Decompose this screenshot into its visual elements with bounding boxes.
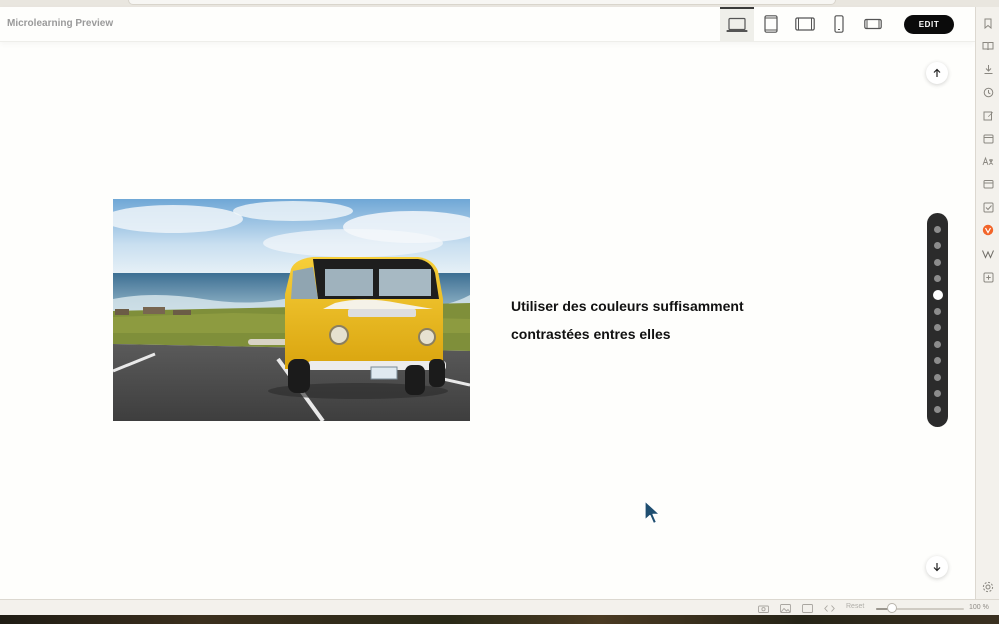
device-tablet-portrait-button[interactable] <box>754 7 788 41</box>
brave-rewards-icon <box>982 224 994 236</box>
pager-dot[interactable] <box>934 357 941 365</box>
settings-icon <box>982 581 994 593</box>
pager-dot[interactable] <box>934 275 941 283</box>
slide-heading-line1: Utiliser des couleurs suffisamment <box>511 298 744 314</box>
arrow-down-icon <box>933 563 941 572</box>
camera-icon <box>757 605 769 613</box>
sidebar-notes-button[interactable] <box>981 108 995 122</box>
phone-portrait-icon <box>834 15 844 33</box>
pager-dot[interactable] <box>934 324 941 332</box>
sidebar-history-button[interactable] <box>981 85 995 99</box>
address-bar-edge[interactable] <box>128 0 836 5</box>
device-phone-portrait-button[interactable] <box>822 7 856 41</box>
sidebar-calendar-button[interactable] <box>981 131 995 145</box>
yellow-van-photo <box>113 199 470 421</box>
sidebar-translate-button[interactable] <box>981 154 995 168</box>
device-switcher <box>720 7 890 41</box>
mouse-cursor <box>643 500 661 531</box>
sidebar-download-button[interactable] <box>981 62 995 76</box>
slide-heading: Utiliser des couleurs suffisamment contr… <box>511 293 811 348</box>
zoom-level: 100 % <box>969 604 989 611</box>
tablet-portrait-icon <box>764 15 778 33</box>
download-icon <box>984 64 992 74</box>
sidebar-reader-button[interactable] <box>981 39 995 53</box>
translate-icon <box>982 156 994 165</box>
cursor-arrow-icon <box>644 500 661 525</box>
sidebar-wallet-button[interactable] <box>981 177 995 191</box>
status-camera-button[interactable] <box>757 603 769 613</box>
scroll-up-button[interactable] <box>926 62 948 84</box>
desktop-wallpaper-strip <box>0 615 999 624</box>
sidebar-wikipedia-button[interactable] <box>981 247 995 261</box>
edit-button[interactable]: EDIT <box>904 15 954 34</box>
arrow-up-icon <box>933 68 941 77</box>
device-phone-landscape-button[interactable] <box>856 7 890 41</box>
phone-landscape-icon <box>864 18 882 30</box>
browser-sidebar <box>975 7 999 599</box>
zoom-reset-button[interactable]: Reset <box>846 603 864 610</box>
pager-dot[interactable] <box>934 406 941 414</box>
browser-status-bar: Reset 100 % <box>0 599 999 616</box>
device-tablet-landscape-button[interactable] <box>788 7 822 41</box>
add-panel-icon <box>983 272 993 282</box>
pager-dot[interactable] <box>934 373 941 381</box>
status-image-button[interactable] <box>779 603 791 613</box>
sidebar-add-panel-button[interactable] <box>981 270 995 284</box>
sidebar-checklist-button[interactable] <box>981 200 995 214</box>
bookmark-icon <box>984 18 992 29</box>
status-window-button[interactable] <box>801 603 813 613</box>
pager-dot[interactable] <box>934 390 941 397</box>
calendar-icon <box>983 134 993 143</box>
slide-heading-line2: contrastées entres elles <box>511 325 671 342</box>
edit-note-icon <box>983 111 993 120</box>
tablet-landscape-icon <box>795 17 815 31</box>
pager-dot[interactable] <box>934 242 941 250</box>
pager-dot[interactable] <box>934 258 941 266</box>
device-laptop-button[interactable] <box>720 7 754 41</box>
preview-header: Microlearning Preview EDIT <box>0 7 975 42</box>
image-icon <box>779 603 791 613</box>
zoom-slider-handle[interactable] <box>887 603 897 613</box>
sidebar-bookmark-button[interactable] <box>981 16 995 30</box>
sidebar-brave-button[interactable] <box>981 223 995 237</box>
pager-dot-active[interactable] <box>932 290 943 301</box>
history-icon <box>983 87 993 97</box>
code-icon <box>823 604 835 612</box>
wikipedia-icon <box>982 250 994 259</box>
pager-dot[interactable] <box>934 308 941 315</box>
laptop-icon <box>726 17 748 32</box>
reader-icon <box>982 42 994 51</box>
preview-app: Microlearning Preview EDIT Utiliser des … <box>0 7 975 599</box>
window-icon <box>801 603 813 613</box>
scroll-down-button[interactable] <box>926 556 948 578</box>
sidebar-settings-button[interactable] <box>981 580 995 594</box>
slide-image <box>113 199 470 421</box>
checklist-icon <box>983 202 993 212</box>
pager-dot[interactable] <box>934 226 941 233</box>
status-code-button[interactable] <box>823 603 835 613</box>
app-title: Microlearning Preview <box>7 18 114 29</box>
wallet-icon <box>983 180 993 189</box>
slide-pager <box>927 213 948 427</box>
pager-dot[interactable] <box>934 340 941 348</box>
